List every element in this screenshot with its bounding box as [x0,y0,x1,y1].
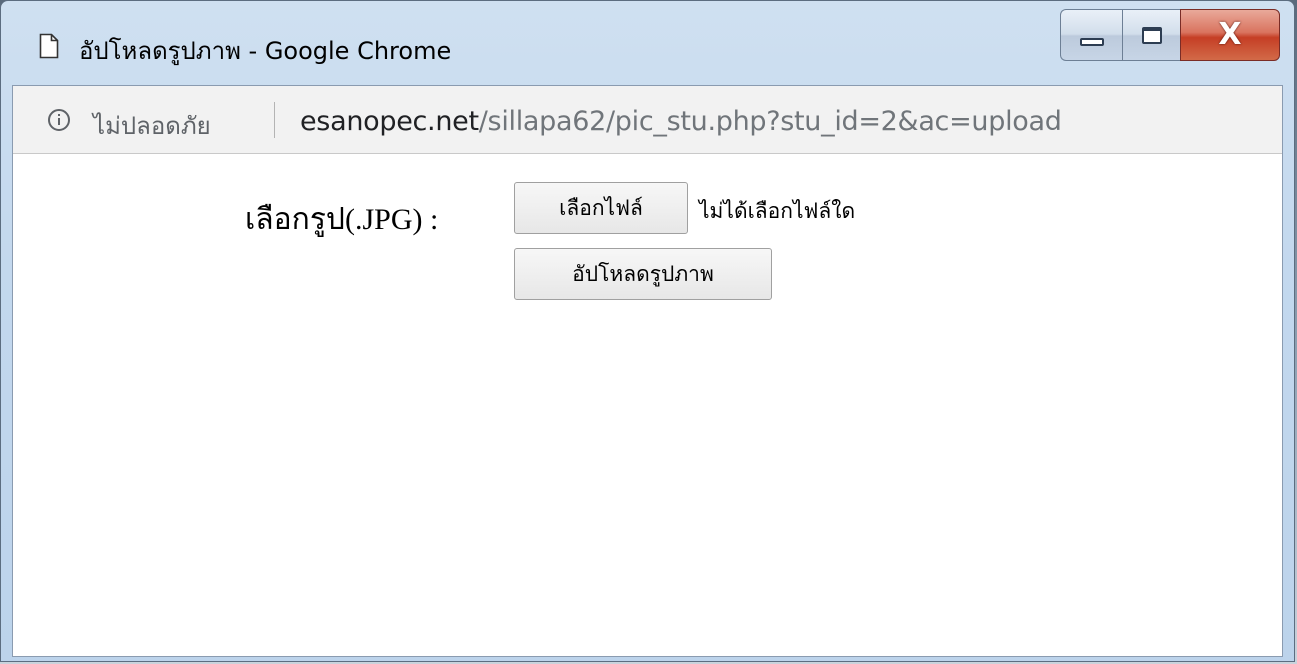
minimize-icon [1079,38,1104,46]
close-button[interactable]: X [1180,9,1280,61]
maximize-icon [1141,26,1162,44]
maximize-button[interactable] [1122,9,1180,61]
choose-file-button[interactable]: เลือกไฟล์ [514,182,688,234]
browser-popup-window: อัปโหลดรูปภาพ - Google Chrome X ไม่ปลอดภ… [0,0,1295,662]
url-text[interactable]: esanopec.net/sillapa62/pic_stu.php?stu_i… [300,106,1062,137]
close-icon: X [1218,17,1242,52]
file-status-text: ไม่ได้เลือกไฟล์ใด [699,199,856,223]
upload-image-button[interactable]: อัปโหลดรูปภาพ [514,248,772,300]
browser-client-area: ไม่ปลอดภัย esanopec.net/sillapa62/pic_st… [12,85,1283,657]
minimize-button[interactable] [1060,9,1122,61]
desktop: อัปโหลดรูปภาพ - Google Chrome X ไม่ปลอดภ… [0,0,1297,664]
url-divider [274,102,275,138]
window-title: อัปโหลดรูปภาพ - Google Chrome [79,37,452,65]
page-content: เลือกรูป(.JPG) : เลือกไฟล์ ไม่ได้เลือกไฟ… [13,154,1282,656]
security-status-label[interactable]: ไม่ปลอดภัย [93,106,211,145]
choose-image-label: เลือกรูป(.JPG) : [245,203,439,236]
url-path: /sillapa62/pic_stu.php?stu_id=2&ac=uploa… [478,106,1062,137]
info-icon[interactable] [47,108,71,132]
title-bar[interactable]: อัปโหลดรูปภาพ - Google Chrome X [1,1,1294,85]
address-bar[interactable]: ไม่ปลอดภัย esanopec.net/sillapa62/pic_st… [13,86,1282,154]
url-host: esanopec.net [300,106,479,137]
caption-buttons: X [1060,9,1280,61]
page-icon [39,33,59,59]
